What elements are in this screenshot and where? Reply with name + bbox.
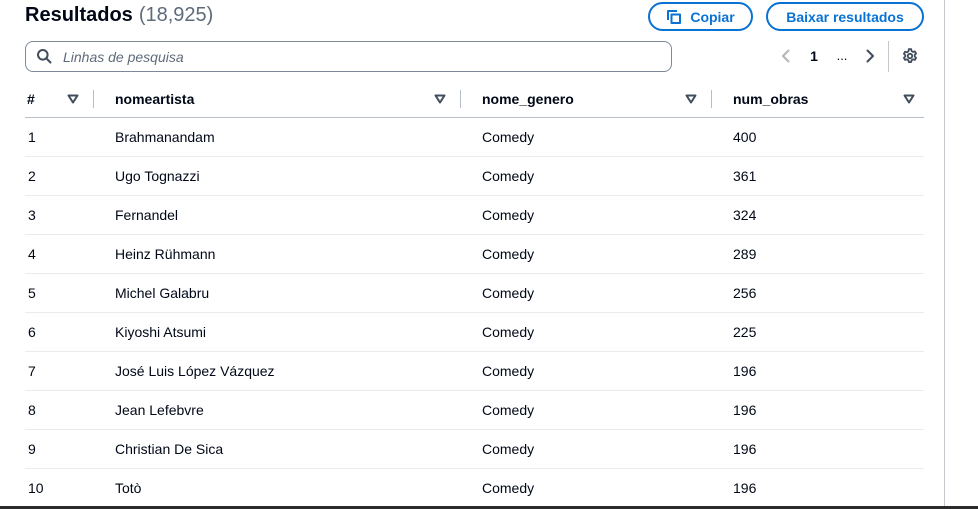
cell-index: 8: [28, 402, 36, 418]
cell-nomeartista: Jean Lefebvre: [115, 402, 204, 418]
cell-index: 6: [28, 324, 36, 340]
cell-index: 7: [28, 363, 36, 379]
cell-nome-genero: Comedy: [482, 441, 535, 457]
table-row: 4 Heinz Rühmann Comedy 289: [25, 235, 924, 274]
copy-button-label: Copiar: [690, 8, 735, 25]
copy-button[interactable]: Copiar: [648, 2, 753, 31]
table-row: 5 Michel Galabru Comedy 256: [25, 274, 924, 313]
cell-nomeartista: Michel Galabru: [115, 285, 210, 301]
cell-nomeartista: Totò: [115, 480, 142, 496]
column-header-num-obras[interactable]: num_obras: [712, 80, 924, 117]
cell-nomeartista: Heinz Rühmann: [115, 246, 216, 262]
cell-nome-genero: Comedy: [482, 129, 535, 145]
table-row: 10 Totò Comedy 196: [25, 469, 924, 508]
cell-index: 10: [28, 480, 44, 496]
table-header-row: # nomeartista nome_genero num_obras: [25, 80, 924, 118]
cell-nome-genero: Comedy: [482, 402, 535, 418]
results-count: (18,925): [138, 4, 214, 26]
column-header-label: nome_genero: [482, 90, 574, 107]
table-row: 6 Kiyoshi Atsumi Comedy 225: [25, 313, 924, 352]
preferences-button[interactable]: [900, 46, 920, 66]
column-header-label: num_obras: [733, 90, 809, 107]
cell-num-obras: 256: [733, 285, 757, 301]
cell-num-obras: 196: [733, 441, 757, 457]
cell-nomeartista: Christian De Sica: [115, 441, 224, 457]
cell-num-obras: 196: [733, 402, 757, 418]
search-input[interactable]: [63, 42, 663, 71]
cell-num-obras: 196: [733, 480, 757, 496]
column-header-label: nomeartista: [115, 90, 195, 107]
cell-nome-genero: Comedy: [482, 363, 535, 379]
chevron-left-icon: [782, 49, 790, 63]
download-results-button-label: Baixar resultados: [786, 8, 904, 25]
search-icon: [37, 49, 52, 64]
sort-down-icon[interactable]: [67, 94, 79, 104]
table-row: 8 Jean Lefebvre Comedy 196: [25, 391, 924, 430]
cell-num-obras: 196: [733, 363, 757, 379]
cell-nomeartista: José Luis López Vázquez: [115, 363, 275, 379]
results-heading: Resultados (18,925): [25, 2, 213, 28]
cell-nome-genero: Comedy: [482, 246, 535, 262]
download-results-button[interactable]: Baixar resultados: [766, 2, 924, 31]
cell-index: 3: [28, 207, 36, 223]
column-header-nome-genero[interactable]: nome_genero: [461, 80, 712, 117]
page-number-button[interactable]: 1: [804, 46, 824, 66]
next-page-button[interactable]: [860, 46, 880, 66]
cell-nome-genero: Comedy: [482, 168, 535, 184]
sort-down-icon[interactable]: [434, 94, 446, 104]
pagination-divider: [888, 41, 889, 72]
cell-index: 2: [28, 168, 36, 184]
table-row: 3 Fernandel Comedy 324: [25, 196, 924, 235]
column-header-index[interactable]: #: [25, 80, 94, 117]
table-row: 1 Brahmanandam Comedy 400: [25, 118, 924, 157]
results-table: # nomeartista nome_genero num_obras 1 Br…: [25, 80, 924, 508]
pagination-ellipsis: ...: [836, 48, 848, 63]
cell-num-obras: 225: [733, 324, 757, 340]
cell-num-obras: 361: [733, 168, 757, 184]
search-box[interactable]: [25, 41, 672, 72]
sort-down-icon[interactable]: [685, 94, 697, 104]
results-panel: Resultados (18,925) Copiar Baixar resulta…: [0, 0, 978, 509]
cell-index: 9: [28, 441, 36, 457]
table-row: 7 José Luis López Vázquez Comedy 196: [25, 352, 924, 391]
cell-index: 5: [28, 285, 36, 301]
cell-num-obras: 324: [733, 207, 757, 223]
copy-icon: [667, 9, 682, 24]
cell-nomeartista: Ugo Tognazzi: [115, 168, 200, 184]
table-row: 9 Christian De Sica Comedy 196: [25, 430, 924, 469]
cell-index: 1: [28, 129, 36, 145]
panel-border: [944, 0, 945, 509]
cell-nome-genero: Comedy: [482, 324, 535, 340]
cell-num-obras: 289: [733, 246, 757, 262]
gear-icon: [903, 48, 917, 63]
cell-index: 4: [28, 246, 36, 262]
cell-nomeartista: Kiyoshi Atsumi: [115, 324, 207, 340]
cell-nome-genero: Comedy: [482, 285, 535, 301]
cell-nome-genero: Comedy: [482, 480, 535, 496]
results-title: Resultados: [25, 4, 133, 26]
chevron-right-icon: [866, 49, 874, 63]
column-header-label: #: [27, 90, 35, 107]
cell-nomeartista: Fernandel: [115, 207, 179, 223]
previous-page-button[interactable]: [776, 46, 796, 66]
cell-nomeartista: Brahmanandam: [115, 129, 215, 145]
cell-nome-genero: Comedy: [482, 207, 535, 223]
column-header-nomeartista[interactable]: nomeartista: [94, 80, 461, 117]
table-row: 2 Ugo Tognazzi Comedy 361: [25, 157, 924, 196]
sort-down-icon[interactable]: [903, 94, 915, 104]
cell-num-obras: 400: [733, 129, 757, 145]
